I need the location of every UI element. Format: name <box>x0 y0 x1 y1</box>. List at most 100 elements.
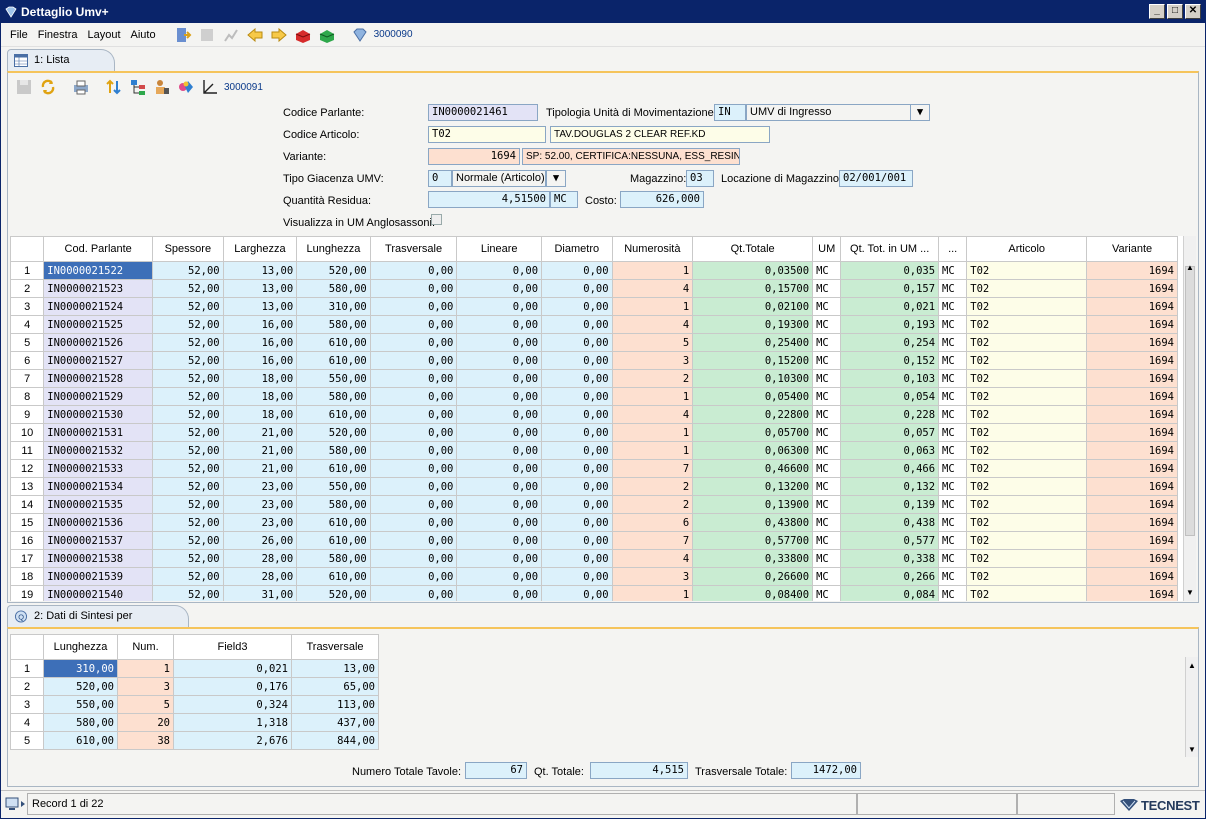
table-row[interactable]: 16 IN0000021537 52,00 26,00 610,00 0,00 0,00 0,… <box>10 531 1178 550</box>
table-cell[interactable]: 0,00 <box>456 495 543 514</box>
codice-parlante-field[interactable]: IN0000021461 <box>428 104 538 121</box>
table-cell[interactable]: 610,00 <box>296 405 371 424</box>
table-cell[interactable]: IN0000021524 <box>43 297 154 316</box>
table-cell[interactable]: IN0000021536 <box>43 513 154 532</box>
table-cell[interactable]: 0,05700 <box>692 423 814 442</box>
table-cell[interactable]: 1694 <box>1086 477 1178 496</box>
table-cell[interactable]: 1694 <box>1086 549 1178 568</box>
table-cell[interactable]: 610,00 <box>296 531 371 550</box>
table-cell[interactable]: MC <box>938 585 968 601</box>
table-cell[interactable]: MC <box>812 297 842 316</box>
table-cell[interactable]: 18,00 <box>222 405 298 424</box>
table-cell[interactable]: MC <box>812 585 842 601</box>
magazzino-field[interactable]: 03 <box>686 170 714 187</box>
tipologia-code-field[interactable]: IN <box>714 104 746 121</box>
table-cell[interactable]: 0,00 <box>541 513 613 532</box>
table-cell[interactable]: MC <box>812 387 842 406</box>
table-cell[interactable]: 4 <box>611 279 694 298</box>
table-cell[interactable]: 0,00 <box>541 477 613 496</box>
table-cell[interactable]: MC <box>812 351 842 370</box>
arrow-right-icon[interactable] <box>270 26 288 44</box>
table-cell[interactable]: 16,00 <box>222 351 298 370</box>
tipologia-dropdown-button[interactable]: ▼ <box>910 104 930 121</box>
tipo-giacenza-desc-field[interactable]: Normale (Articolo) <box>452 170 546 187</box>
table-cell[interactable]: 0,00 <box>456 369 543 388</box>
locazione-field[interactable]: 02/001/001 <box>839 170 913 187</box>
toolbar-link-code[interactable]: 3000090 <box>374 29 413 40</box>
table-row[interactable]: 5 IN0000021526 52,00 16,00 610,00 0,00 0,00 0,0… <box>10 333 1178 352</box>
column-header[interactable]: Lunghezza <box>43 634 118 660</box>
table-cell[interactable]: 13,00 <box>291 659 379 678</box>
table-cell[interactable]: IN0000021528 <box>43 369 154 388</box>
table-cell[interactable]: 0,03500 <box>692 261 814 280</box>
table-cell[interactable]: 1 <box>611 261 694 280</box>
table-cell[interactable]: 580,00 <box>296 315 371 334</box>
table-cell[interactable]: MC <box>938 531 968 550</box>
table-cell[interactable]: 580,00 <box>296 549 371 568</box>
table-cell[interactable]: 1694 <box>1086 513 1178 532</box>
table-cell[interactable]: 5 <box>611 333 694 352</box>
table-cell[interactable]: 0,577 <box>840 531 940 550</box>
table-cell[interactable]: 0,00 <box>369 459 458 478</box>
costo-field[interactable]: 626,000 <box>620 191 704 208</box>
table-cell[interactable]: 550,00 <box>296 369 371 388</box>
table-row[interactable]: 1 310,00 1 0,021 13,00 <box>10 659 379 678</box>
table-cell[interactable]: 0,152 <box>840 351 940 370</box>
table-cell[interactable]: 1694 <box>1086 261 1178 280</box>
table-cell[interactable]: 23,00 <box>222 513 298 532</box>
arrow-left-icon[interactable] <box>246 26 264 44</box>
table-cell[interactable]: 0,00 <box>369 369 458 388</box>
table-cell[interactable]: 610,00 <box>296 513 371 532</box>
table-cell[interactable]: MC <box>812 459 842 478</box>
table-cell[interactable]: 1694 <box>1086 387 1178 406</box>
table-cell[interactable]: 52,00 <box>152 369 224 388</box>
table-cell[interactable]: 310,00 <box>296 297 371 316</box>
table-cell[interactable]: 0,00 <box>541 279 613 298</box>
table-cell[interactable]: 52,00 <box>152 585 224 601</box>
table-cell[interactable]: 580,00 <box>296 441 371 460</box>
table-cell[interactable]: MC <box>938 459 968 478</box>
table-cell[interactable]: MC <box>938 549 968 568</box>
table-cell[interactable]: 23,00 <box>222 477 298 496</box>
axis-icon[interactable] <box>201 78 219 96</box>
column-header[interactable]: Lunghezza <box>296 236 371 262</box>
table-cell[interactable]: 0,22800 <box>692 405 814 424</box>
table-cell[interactable]: 0,00 <box>369 333 458 352</box>
table-cell[interactable]: 0,338 <box>840 549 940 568</box>
table-cell[interactable]: 0,00 <box>369 423 458 442</box>
table-cell[interactable]: IN0000021538 <box>43 549 154 568</box>
table-cell[interactable]: 31,00 <box>222 585 298 601</box>
table-cell[interactable]: MC <box>938 423 968 442</box>
table-cell[interactable]: 52,00 <box>152 405 224 424</box>
menu-layout[interactable]: Layout <box>82 29 125 41</box>
table-cell[interactable]: 0,00 <box>456 387 543 406</box>
table-cell[interactable]: 0,00 <box>541 261 613 280</box>
table-cell[interactable]: 0,063 <box>840 441 940 460</box>
table-cell[interactable]: 0,00 <box>369 531 458 550</box>
table-cell[interactable]: 13,00 <box>222 279 298 298</box>
red-box-icon[interactable] <box>294 26 312 44</box>
panel-link-code[interactable]: 3000091 <box>224 82 263 93</box>
column-header[interactable]: UM <box>812 236 842 262</box>
articolo-desc-field[interactable]: TAV.DOUGLAS 2 CLEAR REF.KD <box>550 126 770 143</box>
quantita-um-field[interactable]: MC <box>550 191 578 208</box>
table-cell[interactable]: 610,00 <box>43 731 118 750</box>
table-cell[interactable]: T02 <box>966 495 1088 514</box>
table-cell[interactable]: 844,00 <box>291 731 379 750</box>
table-cell[interactable]: 580,00 <box>296 279 371 298</box>
column-header[interactable]: Variante <box>1086 236 1178 262</box>
table-row[interactable]: 2 IN0000021523 52,00 13,00 580,00 0,00 0,00 0,0… <box>10 279 1178 298</box>
table-cell[interactable]: 310,00 <box>43 659 118 678</box>
table-cell[interactable]: 0,466 <box>840 459 940 478</box>
table-cell[interactable]: 520,00 <box>43 677 118 696</box>
table-cell[interactable]: 1694 <box>1086 315 1178 334</box>
table-cell[interactable]: 0,00 <box>369 549 458 568</box>
table-cell[interactable]: 6 <box>611 513 694 532</box>
table-cell[interactable]: IN0000021531 <box>43 423 154 442</box>
table-cell[interactable]: MC <box>812 279 842 298</box>
table-cell[interactable]: 0,00 <box>541 351 613 370</box>
table-cell[interactable]: MC <box>812 495 842 514</box>
table-cell[interactable]: 0,00 <box>456 423 543 442</box>
table-cell[interactable]: MC <box>812 423 842 442</box>
table-row[interactable]: 15 IN0000021536 52,00 23,00 610,00 0,00 0,00 0,… <box>10 513 1178 532</box>
